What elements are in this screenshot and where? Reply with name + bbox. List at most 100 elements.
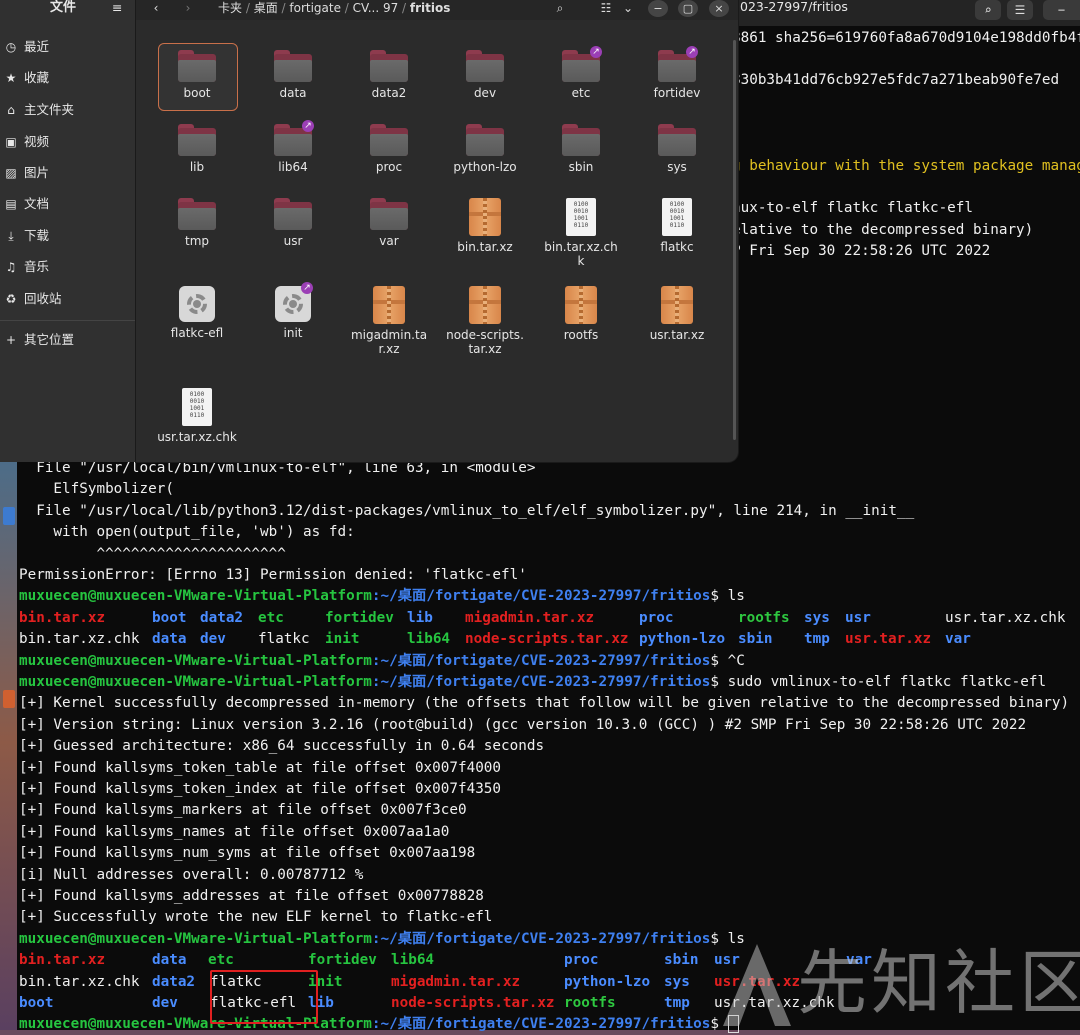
file-name: flatkc bbox=[660, 240, 694, 254]
sidebar-item-回收站[interactable]: ♻ 回收站 bbox=[4, 287, 62, 311]
terminal-line: muxuecen@muxuecen-VMware-Virtual-Platfor… bbox=[19, 1014, 739, 1035]
file-item-data2[interactable]: data2 bbox=[349, 50, 429, 100]
file-name: bin.tar.xz bbox=[457, 240, 513, 254]
file-item-dev[interactable]: dev bbox=[445, 50, 525, 100]
file-item-usr.tar.xz[interactable]: usr.tar.xz bbox=[637, 286, 717, 342]
file-name: usr.tar.xz.chk bbox=[157, 430, 237, 444]
folder-icon bbox=[274, 50, 312, 82]
ls-entry: rootfs bbox=[738, 610, 790, 626]
ls-entry: migadmin.tar.xz bbox=[391, 974, 521, 990]
file-item-bin.tar.xz[interactable]: bin.tar.xz bbox=[445, 198, 525, 254]
terminal-line: [+] Found kallsyms_addresses at file off… bbox=[19, 888, 484, 904]
star-icon: ★ bbox=[5, 71, 17, 85]
archive-icon bbox=[565, 286, 597, 324]
sidebar-item-最近[interactable]: ◷ 最近 bbox=[4, 35, 49, 59]
prompt-user: muxuecen@muxuecen-VMware-Virtual-Platfor… bbox=[19, 588, 372, 604]
file-item-proc[interactable]: proc bbox=[349, 124, 429, 174]
sidebar-item-文档[interactable]: ▤ 文档 bbox=[4, 192, 49, 216]
back-icon[interactable]: ‹ bbox=[146, 0, 166, 18]
folder-front bbox=[274, 134, 312, 156]
sidebar-item-收藏[interactable]: ★ 收藏 bbox=[4, 66, 49, 90]
file-item-flatkc-efl[interactable]: flatkc-efl bbox=[157, 286, 237, 340]
symlink-icon: ↗ bbox=[301, 282, 313, 294]
file-item-flatkc[interactable]: 0100 0010 1001 0110 flatkc bbox=[637, 198, 717, 254]
file-name: lib bbox=[189, 160, 205, 174]
sidebar-item-视频[interactable]: ▣ 视频 bbox=[4, 130, 49, 154]
dock-icon[interactable] bbox=[3, 507, 15, 525]
file-item-python-lzo[interactable]: python-lzo bbox=[445, 124, 525, 174]
archive-zipper bbox=[387, 286, 391, 324]
terminal-line: [+] Found kallsyms_num_syms at file offs… bbox=[19, 845, 476, 861]
file-name: data2 bbox=[371, 86, 407, 100]
file-item-rootfs[interactable]: rootfs bbox=[541, 286, 621, 342]
folder-front bbox=[178, 208, 216, 230]
minimize-icon[interactable]: − bbox=[648, 0, 668, 17]
file-name: data bbox=[279, 86, 307, 100]
file-item-usr.tar.xz.chk[interactable]: 0100 0010 1001 0110 usr.tar.xz.chk bbox=[157, 388, 237, 444]
file-item-sbin[interactable]: sbin bbox=[541, 124, 621, 174]
file-item-etc[interactable]: ↗ etc bbox=[541, 46, 621, 100]
file-name: sbin bbox=[568, 160, 594, 174]
minimize-icon[interactable]: − bbox=[1043, 0, 1080, 20]
ls-entry: usr bbox=[845, 610, 871, 626]
file-item-tmp[interactable]: tmp bbox=[157, 198, 237, 248]
scrollbar[interactable] bbox=[733, 40, 736, 440]
breadcrumb[interactable]: 卡夹 / 桌面 / fortigate / CV... 97 / fritios bbox=[218, 0, 450, 16]
sidebar-item-图片[interactable]: ▨ 图片 bbox=[4, 161, 49, 185]
music-icon: ♫ bbox=[5, 260, 17, 274]
breadcrumb-item[interactable]: CV... 97 bbox=[353, 1, 399, 15]
search-icon[interactable]: ⌕ bbox=[975, 0, 1001, 20]
view-options-icon[interactable]: ☷ bbox=[596, 0, 616, 18]
sidebar-item-音乐[interactable]: ♫ 音乐 bbox=[4, 255, 49, 279]
search-icon[interactable]: ⌕ bbox=[550, 0, 570, 18]
folder-front bbox=[466, 60, 504, 82]
file-item-data[interactable]: data bbox=[253, 50, 333, 100]
ls-entry: migadmin.tar.xz bbox=[465, 610, 595, 626]
file-item-lib[interactable]: lib bbox=[157, 124, 237, 174]
file-item-node-scripts.tar.xz[interactable]: node-scripts.tar.xz bbox=[445, 286, 525, 356]
prompt-symbol: $ bbox=[710, 653, 728, 669]
sidebar-item-other-locations[interactable]: + 其它位置 bbox=[4, 328, 74, 352]
home-icon: ⌂ bbox=[7, 103, 15, 117]
file-item-var[interactable]: var bbox=[349, 198, 429, 248]
breadcrumb-item[interactable]: fortigate bbox=[289, 1, 341, 15]
file-item-migadmin.tar.xz[interactable]: migadmin.tar.xz bbox=[349, 286, 429, 356]
close-icon[interactable]: × bbox=[709, 0, 729, 17]
file-item-lib64[interactable]: ↗ lib64 bbox=[253, 120, 333, 174]
desktop-edge bbox=[0, 455, 18, 1030]
file-item-boot[interactable]: boot bbox=[157, 50, 237, 100]
menu-icon[interactable]: ☰ bbox=[1007, 0, 1033, 20]
ls-entry: tmp bbox=[664, 995, 690, 1011]
ls-entry: data bbox=[152, 952, 187, 968]
breadcrumb-item[interactable]: fritios bbox=[410, 1, 451, 15]
folder-icon bbox=[658, 124, 696, 156]
binary-file-icon: 0100 0010 1001 0110 bbox=[566, 198, 596, 236]
file-item-usr[interactable]: usr bbox=[253, 198, 333, 248]
maximize-icon[interactable]: ▢ bbox=[678, 0, 698, 17]
forward-icon[interactable]: › bbox=[178, 0, 198, 18]
file-item-fortidev[interactable]: ↗ fortidev bbox=[637, 46, 717, 100]
breadcrumb-separator: / bbox=[398, 1, 410, 15]
terminal-line: nux-to-elf flatkc flatkc-efl bbox=[732, 200, 974, 216]
ls-entry: var bbox=[945, 631, 971, 647]
file-item-init[interactable]: ↗ init bbox=[253, 282, 333, 340]
ls-entry: fortidev bbox=[308, 952, 377, 968]
sidebar-item-label: 主文件夹 bbox=[24, 102, 75, 117]
terminal-line: File "/usr/local/lib/python3.12/dist-pac… bbox=[19, 503, 915, 519]
sidebar-item-下载[interactable]: ⤓ 下载 bbox=[4, 224, 49, 248]
file-item-sys[interactable]: sys bbox=[637, 124, 717, 174]
file-item-bin.tar.xz.chk[interactable]: 0100 0010 1001 0110 bin.tar.xz.chk bbox=[541, 198, 621, 268]
dock-icon[interactable] bbox=[3, 690, 15, 708]
file-name: lib64 bbox=[278, 160, 308, 174]
breadcrumb-item[interactable]: 卡夹 bbox=[218, 1, 242, 15]
watermark-logo-icon bbox=[723, 944, 791, 1026]
prompt-symbol: $ bbox=[710, 674, 728, 690]
terminal-line: [+] Successfully wrote the new ELF kerne… bbox=[19, 909, 493, 925]
terminal-line: [+] Found kallsyms_markers at file offse… bbox=[19, 802, 467, 818]
sidebar-item-主文件夹[interactable]: ⌂ 主文件夹 bbox=[4, 98, 74, 122]
file-name: etc bbox=[571, 86, 591, 100]
chevron-down-icon[interactable]: ⌄ bbox=[618, 0, 638, 18]
breadcrumb-item[interactable]: 桌面 bbox=[254, 1, 278, 15]
hamburger-menu-icon[interactable]: ≡ bbox=[112, 0, 122, 16]
ls-entry: python-lzo bbox=[564, 974, 651, 990]
